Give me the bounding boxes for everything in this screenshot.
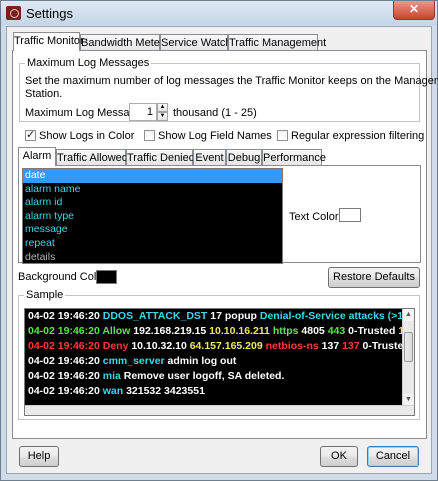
sample-log-segment: 10.10.32.10 [131, 340, 190, 352]
list-item[interactable]: repeat [23, 237, 282, 251]
sample-group: Sample 04-02 19:46:20 DDOS_ATTACK_DST 17… [18, 289, 420, 420]
list-item[interactable]: message [23, 223, 282, 237]
sample-log-segment: admin log out [167, 355, 237, 367]
sample-log-segment: 137 [321, 340, 343, 352]
list-item[interactable]: date [23, 169, 282, 183]
tab-bandwidth-meter[interactable]: Bandwidth Meter [80, 34, 164, 51]
sample-log-segment: netbios-ns [265, 340, 322, 352]
sample-log-segment: 0-Trusted [348, 325, 399, 337]
sample-log-segment: 192.168.219.15 [133, 325, 210, 337]
sample-log-segment: 04-02 19:46:20 [28, 385, 103, 397]
sample-log-segment: 04-02 19:46:20 [28, 310, 103, 322]
tab-traffic-allowed[interactable]: Traffic Allowed [56, 149, 128, 166]
log-field-list: date alarm name alarm id alarm type mess… [22, 168, 283, 264]
sample-log-segment: 64.157.165.209 [189, 340, 266, 352]
max-log-messages-group: Maximum Log Messages Set the maximum num… [19, 57, 438, 122]
help-button[interactable]: Help [19, 446, 59, 467]
sample-log-segment: Deny [102, 340, 132, 352]
vertical-scrollbar[interactable]: ▲ ▼ [402, 309, 414, 406]
sample-log-segment: 04-02 19:46:20 [28, 355, 103, 367]
list-item[interactable]: alarm type [23, 210, 282, 224]
title-bar[interactable]: Settings ✕ [1, 1, 437, 25]
sample-log-line: 04-02 19:46:20 mia Remove user logoff, S… [25, 369, 414, 384]
list-item[interactable]: alarm name [23, 183, 282, 197]
tab-debug[interactable]: Debug [226, 149, 262, 166]
sample-log-segment: mia [102, 370, 124, 382]
sample-group-title: Sample [24, 289, 66, 301]
sample-log-segment: cmm_server [102, 355, 168, 367]
tab-service-watch[interactable]: Service Watch [160, 34, 232, 51]
app-icon [6, 6, 21, 20]
sample-lines: 04-02 19:46:20 DDOS_ATTACK_DST 17 popup … [25, 309, 414, 399]
sample-log-segment: 04-02 19:46:20 [28, 325, 103, 337]
restore-defaults-button[interactable]: Restore Defaults [328, 267, 420, 288]
show-log-field-names-label[interactable]: Show Log Field Names [158, 130, 272, 142]
max-log-description: Set the maximum number of log messages t… [25, 75, 438, 87]
sample-log-segment: 321532 3423551 [126, 385, 205, 397]
background-color-swatch[interactable] [96, 270, 117, 284]
sample-log-segment: DDOS_ATTACK_DST [102, 310, 211, 322]
sample-log-segment: 17 popup [210, 310, 260, 322]
increment-button[interactable]: ▲ [157, 103, 168, 112]
sample-log-segment: 137 [342, 340, 363, 352]
cancel-button[interactable]: Cancel [367, 446, 419, 467]
show-logs-in-color-checkbox[interactable] [25, 128, 36, 141]
sample-log-segment: 04-02 19:46:20 [28, 370, 103, 382]
tab-event[interactable]: Event [193, 149, 226, 166]
sample-log-view[interactable]: 04-02 19:46:20 DDOS_ATTACK_DST 17 popup … [24, 308, 415, 416]
sample-log-segment: 4805 [301, 325, 328, 337]
sample-log-segment: https [272, 325, 302, 337]
sample-log-line: 04-02 19:46:20 Allow 192.168.219.15 10.1… [25, 324, 414, 339]
sample-log-line: 04-02 19:46:20 cmm_server admin log out [25, 354, 414, 369]
sample-log-segment: Remove user logoff, SA deleted. [123, 370, 285, 382]
tab-traffic-monitor[interactable]: Traffic Monitor [13, 32, 84, 51]
tab-traffic-denied[interactable]: Traffic Denied [126, 149, 195, 166]
tab-performance[interactable]: Performance [262, 149, 326, 166]
sample-log-segment: 10.10.16.211 [209, 325, 273, 337]
scroll-up-icon[interactable]: ▲ [403, 309, 414, 321]
sample-log-segment: Denial-of-Service attacks (>100 [259, 310, 415, 322]
tab-traffic-management[interactable]: Traffic Management [228, 34, 326, 51]
max-log-description-cont: Station. [25, 88, 63, 100]
text-color-label: Text Color: [289, 211, 342, 223]
text-color-swatch[interactable] [339, 208, 361, 222]
show-log-field-names-checkbox[interactable] [144, 130, 155, 141]
tab-alarm[interactable]: Alarm [18, 147, 56, 166]
traffic-monitor-panel: Maximum Log Messages Set the maximum num… [12, 50, 438, 439]
sample-log-segment: 04-02 19:46:20 [28, 340, 103, 352]
sample-log-segment: 443 [327, 325, 349, 337]
decrement-button[interactable]: ▼ [157, 112, 168, 121]
sample-log-line: 04-02 19:46:20 DDOS_ATTACK_DST 17 popup … [25, 309, 414, 324]
max-log-unit: thousand (1 - 25) [173, 107, 257, 119]
list-item[interactable]: details [23, 251, 282, 263]
close-button[interactable]: ✕ [393, 1, 435, 20]
regex-filtering-label[interactable]: Regular expression filtering [291, 130, 424, 142]
list-item[interactable]: alarm id [23, 196, 282, 210]
horizontal-scrollbar[interactable] [25, 405, 414, 415]
sample-log-line: 04-02 19:46:20 wan 321532 3423551 [25, 384, 414, 399]
regex-filtering-checkbox[interactable] [277, 130, 288, 141]
show-logs-in-color-label[interactable]: Show Logs in Color [39, 130, 134, 142]
dialog-body: Traffic Monitor Bandwidth Meter Service … [6, 26, 438, 474]
max-log-messages-group-title: Maximum Log Messages [25, 57, 152, 69]
sample-log-segment: wan [102, 385, 127, 397]
window-title: Settings [26, 6, 73, 21]
settings-window: Settings ✕ Traffic Monitor Bandwidth Met… [0, 0, 438, 481]
max-log-messages-stepper: ▲ ▼ [157, 103, 168, 121]
sample-log-segment: Allow [102, 325, 134, 337]
alarm-panel: date alarm name alarm id alarm type mess… [18, 165, 421, 264]
sample-log-line: 04-02 19:46:20 Deny 10.10.32.10 64.157.1… [25, 339, 414, 354]
scroll-thumb[interactable] [404, 332, 413, 362]
ok-button[interactable]: OK [320, 446, 358, 467]
max-log-messages-input[interactable]: 1 [129, 103, 157, 121]
